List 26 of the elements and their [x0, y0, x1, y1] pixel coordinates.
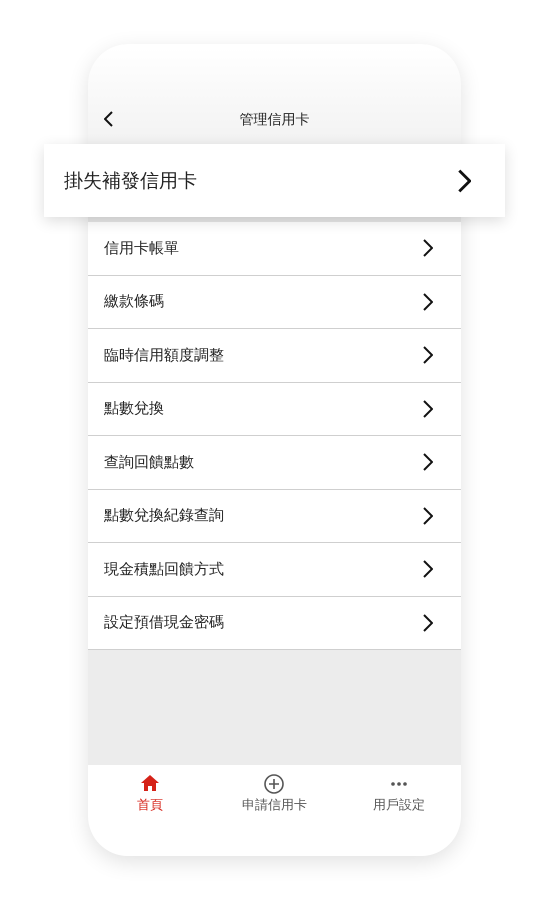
add-circle-icon	[264, 774, 284, 794]
chevron-right-icon	[423, 292, 433, 311]
chevron-right-icon	[423, 400, 433, 418]
menu-item[interactable]: 點數兌換紀錄查詢	[88, 490, 461, 543]
chevron-right-icon	[423, 560, 433, 578]
tab-item[interactable]: 申請信用卡	[212, 774, 337, 814]
chevron-right-icon	[423, 506, 433, 525]
menu-item[interactable]: 點數兌換	[88, 382, 461, 436]
menu-item[interactable]: 現金積點回饋方式	[88, 543, 461, 596]
chevron-right-icon	[458, 168, 471, 192]
tab-item[interactable]: 用戶設定	[336, 774, 461, 814]
home-icon	[140, 774, 160, 794]
menu-item[interactable]: 繳款條碼	[88, 276, 461, 329]
chevron-right-icon	[423, 453, 433, 472]
tab-item[interactable]: 首頁	[88, 774, 212, 814]
menu-item[interactable]: 臨時信用額度調整	[88, 329, 461, 382]
chevron-right-icon	[423, 239, 433, 258]
back-button[interactable]	[102, 109, 115, 129]
menu-item[interactable]: 查詢回饋點數	[88, 436, 461, 490]
more-icon	[390, 782, 407, 786]
chevron-right-icon	[423, 614, 433, 632]
chevron-right-icon	[423, 346, 433, 364]
menu-item[interactable]: 信用卡帳單	[88, 222, 461, 276]
back-icon	[104, 111, 113, 127]
highlighted-menu-item[interactable]: 掛失補發信用卡	[44, 144, 505, 217]
screen-title: 管理信用卡	[240, 111, 310, 129]
